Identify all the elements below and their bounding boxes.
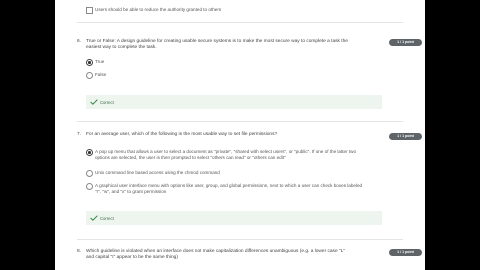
feedback-text: Correct — [100, 99, 114, 105]
option-label: A pop up menu that allows a user to sele… — [95, 148, 357, 160]
question-number: 8. — [77, 249, 82, 254]
checkmark-icon — [90, 214, 98, 221]
option-label: Unix command line based access using the… — [95, 169, 220, 175]
points-badge: 1 / 1 point — [389, 133, 422, 140]
radio[interactable] — [86, 183, 93, 190]
checkmark-icon — [90, 98, 98, 105]
divider — [77, 239, 403, 240]
points-badge: 1 / 1 point — [389, 39, 422, 46]
points-badge: 1 / 1 point — [389, 249, 422, 256]
q5-option-label: Users should be able to reduce the autho… — [95, 6, 222, 12]
divider — [77, 121, 403, 122]
q6-feedback: Correct — [86, 95, 382, 109]
radio-selected[interactable] — [86, 149, 93, 156]
feedback-text: Correct — [100, 215, 114, 221]
quiz-page: Users should be able to reduce the autho… — [55, 0, 425, 270]
question-number: 7. — [77, 132, 82, 137]
question-text: True or False: A design guideline for cr… — [86, 39, 348, 51]
option-label: A graphical user interface menu with opt… — [95, 182, 363, 194]
q7-feedback: Correct — [86, 211, 382, 225]
radio[interactable] — [86, 72, 93, 79]
option-label: False — [95, 71, 107, 77]
question-text: For an average user, which of the follow… — [86, 132, 278, 137]
radio-selected[interactable] — [86, 59, 93, 66]
checkbox[interactable] — [86, 7, 93, 14]
question-text: Which guideline is violated when an inte… — [86, 249, 346, 261]
question-number: 6. — [77, 39, 82, 44]
option-label: True — [95, 58, 105, 64]
radio[interactable] — [86, 170, 93, 177]
divider — [77, 22, 403, 23]
